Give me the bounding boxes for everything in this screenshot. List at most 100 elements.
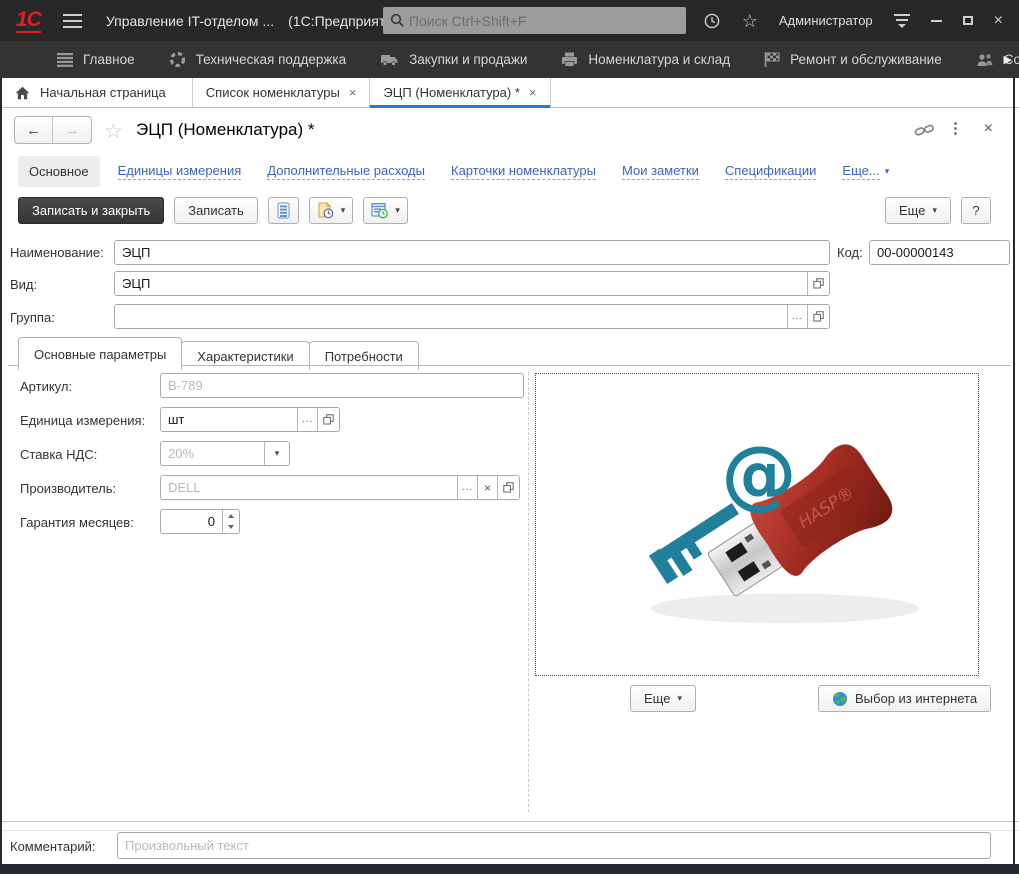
step-down-icon[interactable] <box>223 522 239 534</box>
form-nav-links: Основное Единицы измерения Дополнительны… <box>0 153 1019 189</box>
menu-overflow-arrow-icon[interactable]: ▶ <box>1004 53 1012 66</box>
name-field <box>114 240 830 265</box>
clear-button[interactable]: × <box>477 476 497 499</box>
step-up-icon[interactable] <box>223 510 239 522</box>
form-close-icon[interactable]: × <box>984 120 993 138</box>
nav-moi-zametki[interactable]: Мои заметки <box>622 163 699 180</box>
tab-spisok-nomenklatury[interactable]: Список номенклатуры × <box>193 78 371 107</box>
form-title: ЭЦП (Номенклатура) * <box>136 120 314 140</box>
article-input[interactable] <box>161 374 523 397</box>
window-maximize-icon[interactable] <box>963 16 973 25</box>
section-tech-podderzhka[interactable]: Техническая поддержка <box>169 51 347 68</box>
group-input[interactable] <box>115 305 787 328</box>
current-user[interactable]: Администратор <box>779 13 873 28</box>
sections-list-icon <box>57 53 73 67</box>
save-and-close-button[interactable]: Записать и закрыть <box>18 197 164 224</box>
tab-label: Список номенклатуры <box>206 85 340 100</box>
warranty-field <box>160 509 240 534</box>
bottom-separator <box>0 821 1019 822</box>
name-input[interactable] <box>115 241 829 264</box>
subordination-structure-button[interactable] <box>268 197 299 224</box>
open-button[interactable] <box>807 305 829 328</box>
globe-icon <box>832 691 848 707</box>
choose-from-internet-button[interactable]: Выбор из интернета <box>818 685 991 712</box>
warranty-label: Гарантия месяцев: <box>20 515 134 530</box>
favorites-star-icon[interactable]: ☆ <box>742 12 758 30</box>
history-icon[interactable] <box>703 12 721 30</box>
code-input[interactable] <box>870 241 1009 264</box>
nav-kartochki[interactable]: Карточки номенклатуры <box>451 163 596 180</box>
tab-ecp-nomenklatura[interactable]: ЭЦП (Номенклатура) * × <box>370 78 550 107</box>
image-more-button[interactable]: Еще ▾ <box>630 685 696 712</box>
warranty-input[interactable] <box>161 510 222 533</box>
open-in-form-icon <box>813 278 824 289</box>
section-sotrudniki[interactable]: Сотруд <box>976 52 1019 67</box>
search-input[interactable] <box>405 13 686 29</box>
global-search[interactable] <box>383 7 686 34</box>
manufacturer-field: ... × <box>160 475 520 500</box>
nav-osnovnoe[interactable]: Основное <box>18 156 100 187</box>
section-label: Номенклатура и склад <box>588 52 730 67</box>
panel-separator <box>528 372 529 812</box>
forward-button[interactable]: → <box>53 117 91 143</box>
dropdown-button[interactable]: ▾ <box>264 442 289 465</box>
choose-button[interactable]: ... <box>457 476 477 499</box>
unit-input[interactable] <box>161 408 297 431</box>
stack-icon <box>276 202 291 219</box>
section-nomenklatura[interactable]: Номенклатура и склад <box>561 52 730 67</box>
list-history-button[interactable]: ▾ <box>363 197 408 224</box>
kind-input[interactable] <box>115 272 807 295</box>
manufacturer-input[interactable] <box>161 476 457 499</box>
tab-close-icon[interactable]: × <box>529 85 537 100</box>
svg-text:@: @ <box>721 430 796 518</box>
tab-home[interactable]: Начальная страница <box>0 78 193 107</box>
code-field <box>869 240 1010 265</box>
favorite-star-icon[interactable]: ☆ <box>104 119 123 144</box>
comment-label: Комментарий: <box>10 839 96 854</box>
app-window: 1С Управление IT-отделом ... (1С:Предпри… <box>0 0 1019 877</box>
group-field: ... <box>114 304 830 329</box>
get-link-icon[interactable] <box>914 122 935 142</box>
save-button[interactable]: Записать <box>174 197 258 224</box>
window-close-icon[interactable]: × <box>994 13 1003 29</box>
nav-more-link[interactable]: Еще... <box>842 163 879 180</box>
open-in-form-icon <box>503 482 514 493</box>
more-button[interactable]: Еще ▾ <box>885 197 951 224</box>
vat-field: ▾ <box>160 441 290 466</box>
nav-dop-rashody[interactable]: Дополнительные расходы <box>267 163 425 180</box>
nav-specifikacii[interactable]: Спецификации <box>725 163 817 180</box>
tab-close-icon[interactable]: × <box>349 85 357 100</box>
service-settings-icon[interactable] <box>894 14 910 28</box>
main-menu-icon[interactable] <box>63 14 82 28</box>
section-remont[interactable]: Ремонт и обслуживание <box>764 52 942 67</box>
chevron-down-icon: ▾ <box>885 166 890 177</box>
article-label: Артикул: <box>20 379 72 394</box>
product-image-box[interactable]: HASP® @ <box>535 373 979 676</box>
back-button[interactable]: ← <box>15 117 53 143</box>
help-button[interactable]: ? <box>961 197 991 224</box>
kind-field <box>114 271 830 296</box>
document-history-button[interactable]: ▾ <box>309 197 354 224</box>
nav-edinicy-izmereniya[interactable]: Единицы измерения <box>118 163 242 180</box>
vat-input[interactable] <box>161 442 264 465</box>
open-button[interactable] <box>497 476 519 499</box>
list-clock-icon <box>371 202 388 219</box>
quantity-stepper[interactable] <box>222 510 239 533</box>
choose-button[interactable]: ... <box>297 408 317 431</box>
window-frame-bottom <box>0 864 1019 874</box>
choose-button[interactable]: ... <box>787 305 807 328</box>
unit-label: Единица измерения: <box>20 413 145 428</box>
window-frame-right <box>1013 78 1015 864</box>
more-kebab-icon[interactable]: ⋮ <box>948 119 963 137</box>
tab-osnovnye-parametry[interactable]: Основные параметры <box>18 337 182 370</box>
section-glavnoe[interactable]: Главное <box>57 52 135 67</box>
titlebar: 1С Управление IT-отделом ... (1С:Предпри… <box>0 0 1019 41</box>
comment-input[interactable] <box>118 833 990 858</box>
section-label: Закупки и продажи <box>409 52 527 67</box>
vat-label: Ставка НДС: <box>20 447 97 462</box>
section-zakupki[interactable]: Закупки и продажи <box>380 52 527 67</box>
window-minimize-icon[interactable] <box>931 20 942 22</box>
product-image: HASP® @ <box>536 374 978 675</box>
open-button[interactable] <box>317 408 339 431</box>
open-button[interactable] <box>807 272 829 295</box>
